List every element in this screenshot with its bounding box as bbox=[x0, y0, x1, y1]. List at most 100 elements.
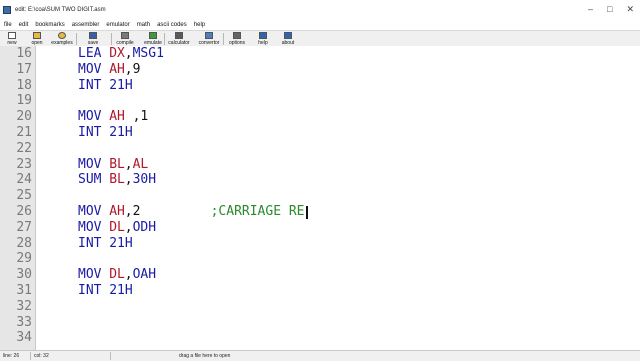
code-line: 22 bbox=[0, 141, 640, 157]
code-keyword: INT bbox=[78, 235, 102, 251]
code-operand: , bbox=[124, 46, 133, 61]
maximize-icon[interactable]: □ bbox=[607, 4, 612, 15]
menu-item-ascii-codes[interactable]: ascii codes bbox=[157, 22, 187, 28]
code-keyword: OAH bbox=[132, 267, 157, 283]
code-keyword: MSG1 bbox=[132, 46, 164, 61]
line-number: 31 bbox=[16, 283, 32, 298]
code-keyword: MOV bbox=[78, 219, 102, 235]
code-line: 23 MOV BL, AL bbox=[0, 157, 640, 173]
toolbar-about-button[interactable]: about bbox=[280, 31, 296, 47]
line-number: 30 bbox=[16, 267, 32, 283]
help-icon bbox=[259, 32, 267, 39]
toolbar-new-button[interactable]: new bbox=[2, 31, 22, 47]
line-number: 23 bbox=[16, 156, 32, 172]
code-operand: , bbox=[124, 267, 133, 283]
menu-item-file[interactable]: file bbox=[4, 22, 12, 28]
code-keyword: MOV bbox=[78, 109, 102, 125]
code-keyword: MOV bbox=[78, 204, 102, 219]
window-controls: – □ ✕ bbox=[588, 4, 634, 15]
line-number: 32 bbox=[16, 298, 32, 314]
code-keyword: LEA bbox=[78, 46, 102, 61]
compile-icon bbox=[121, 32, 129, 39]
code-operand: , bbox=[124, 172, 133, 188]
code-comment: ;CARRIAGE RE bbox=[210, 204, 305, 219]
menu-item-assembler[interactable]: assembler bbox=[72, 22, 100, 28]
code-register: AH bbox=[109, 109, 125, 125]
code-line: 24 SUM BL, 30H bbox=[0, 172, 640, 188]
code-keyword: MOV bbox=[78, 267, 102, 283]
toolbar-emulate-button[interactable]: emulate bbox=[142, 31, 164, 47]
toolbar-open-button[interactable]: open bbox=[27, 31, 47, 47]
code-keyword: SUM bbox=[78, 172, 102, 188]
line-number: 34 bbox=[16, 330, 32, 346]
minimize-icon[interactable]: – bbox=[588, 4, 593, 15]
emulate-icon bbox=[149, 32, 157, 39]
code-keyword: MOV bbox=[78, 61, 102, 77]
code-line: 20 MOV AH, 1 bbox=[0, 109, 640, 125]
line-number: 24 bbox=[16, 172, 32, 188]
text-caret bbox=[306, 206, 309, 219]
status-hint: drag a file here to open bbox=[179, 353, 231, 359]
menu-item-bookmarks[interactable]: bookmarks bbox=[35, 22, 64, 28]
menu-item-math[interactable]: math bbox=[137, 22, 150, 28]
toolbar-compile-button[interactable]: compile bbox=[114, 31, 136, 47]
code-line: 27 MOV DL, ODH bbox=[0, 220, 640, 236]
code-keyword: 21H bbox=[109, 77, 133, 93]
toolbar-help-button[interactable]: help bbox=[255, 31, 271, 47]
app-icon bbox=[3, 6, 11, 14]
code-register: AH bbox=[109, 204, 125, 219]
toolbar-separator bbox=[111, 33, 112, 45]
code-operand: , bbox=[124, 219, 133, 235]
code-register: AH bbox=[109, 61, 125, 77]
calculator-icon bbox=[175, 32, 183, 39]
code-line: 34 bbox=[0, 330, 640, 346]
code-keyword: 21H bbox=[109, 283, 133, 298]
floppy-disk-icon bbox=[89, 32, 97, 39]
line-number: 29 bbox=[16, 251, 32, 267]
wrench-icon bbox=[233, 32, 241, 39]
menu-item-edit[interactable]: edit bbox=[19, 22, 29, 28]
code-line: 19 bbox=[0, 93, 640, 109]
code-keyword: 21H bbox=[109, 235, 133, 251]
close-icon[interactable]: ✕ bbox=[626, 4, 634, 15]
menu-item-emulator[interactable]: emulator bbox=[106, 22, 129, 28]
code-operand: , bbox=[124, 156, 133, 172]
code-operand: 2 bbox=[132, 204, 141, 219]
code-keyword: 30H bbox=[132, 172, 157, 188]
code-line: 31 INT 21H bbox=[0, 283, 640, 299]
code-line: 17 MOV AH, 9 bbox=[0, 62, 640, 78]
code-keyword: INT bbox=[78, 283, 102, 298]
toolbar-save-button[interactable]: save bbox=[82, 31, 104, 47]
convertor-icon bbox=[205, 32, 213, 39]
code-register: AL bbox=[132, 156, 149, 172]
line-number: 16 bbox=[16, 46, 32, 61]
about-icon bbox=[284, 32, 292, 39]
code-line: 32 bbox=[0, 299, 640, 315]
code-register: BL bbox=[109, 156, 125, 172]
toolbar-options-button[interactable]: options bbox=[226, 31, 248, 47]
code-line: 33 bbox=[0, 315, 640, 331]
window-title: edit: E:\coa\SUM TWO DIGIT.asm bbox=[15, 7, 106, 13]
status-divider bbox=[110, 352, 111, 360]
code-register: DX bbox=[109, 46, 125, 61]
status-divider bbox=[30, 352, 31, 360]
toolbar-calculator-button[interactable]: calculator bbox=[167, 31, 191, 47]
code-line: 26 MOV AH, 2 ;CARRIAGE RE bbox=[0, 204, 640, 220]
status-line: line: 26 bbox=[3, 353, 20, 359]
line-number: 20 bbox=[16, 109, 32, 125]
star-icon bbox=[58, 32, 66, 39]
menu-item-help[interactable]: help bbox=[194, 22, 205, 28]
line-number: 28 bbox=[16, 235, 32, 251]
line-number: 25 bbox=[16, 188, 32, 204]
code-keyword: INT bbox=[78, 125, 102, 140]
code-line: 21 INT 21H bbox=[0, 125, 640, 141]
status-bar: line: 26 col: 32 drag a file here to ope… bbox=[0, 350, 640, 361]
code-keyword: MOV bbox=[78, 156, 102, 172]
toolbar-examples-button[interactable]: examples bbox=[49, 31, 75, 47]
code-line: 30 MOV DL, OAH bbox=[0, 267, 640, 283]
code-keyword: ODH bbox=[132, 219, 157, 235]
code-editor[interactable]: 16 LEA DX, MSG1 17 MOV AH, 9 18 INT 21H 19 20 MOV AH, 1… bbox=[0, 46, 640, 350]
toolbar-separator bbox=[223, 33, 224, 45]
toolbar-convertor-button[interactable]: convertor bbox=[196, 31, 222, 47]
code-keyword: INT bbox=[78, 77, 102, 93]
